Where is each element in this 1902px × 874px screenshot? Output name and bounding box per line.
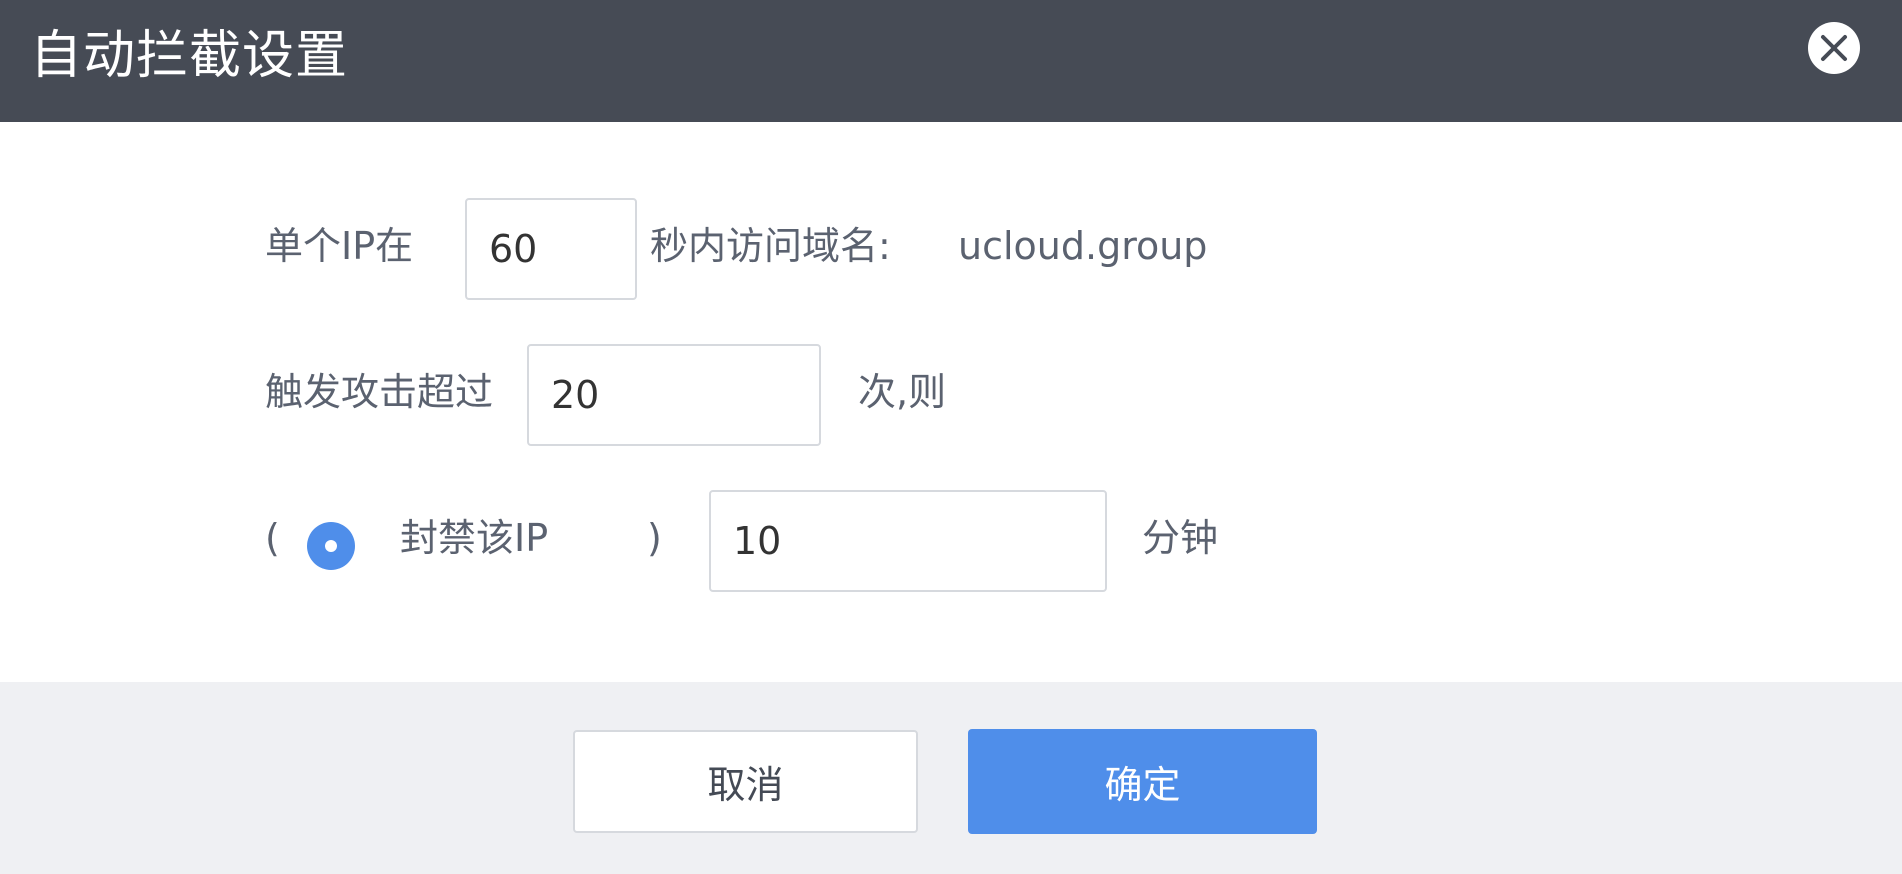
block-ip-radio-label[interactable]: 封禁该IP	[400, 514, 548, 562]
dialog-footer	[0, 682, 1902, 874]
row1-prefix-label: 单个IP在	[265, 224, 414, 268]
cancel-button[interactable]: 取消	[573, 730, 918, 833]
auto-block-settings-dialog: 自动拦截设置 单个IP在 秒内访问域名: ucloud.group 触发攻击超过…	[0, 0, 1902, 874]
row2-prefix-label: 触发攻击超过	[265, 370, 494, 414]
block-minutes-input[interactable]	[709, 490, 1107, 592]
radio-selected-dot	[325, 540, 337, 552]
row2-suffix-label: 次,则	[858, 370, 947, 414]
open-paren: (	[265, 516, 280, 560]
seconds-input[interactable]	[465, 198, 637, 300]
minutes-unit-label: 分钟	[1142, 516, 1219, 560]
domain-value: ucloud.group	[958, 224, 1208, 268]
confirm-button[interactable]: 确定	[968, 729, 1317, 834]
attack-count-input[interactable]	[527, 344, 821, 446]
dialog-title: 自动拦截设置	[30, 26, 349, 86]
close-paren: )	[647, 516, 662, 560]
block-ip-radio[interactable]	[307, 522, 355, 570]
close-button[interactable]	[1806, 20, 1862, 76]
row1-suffix-label: 秒内访问域名:	[650, 224, 891, 268]
dialog-body: 单个IP在 秒内访问域名: ucloud.group 触发攻击超过 次,则 ( …	[0, 122, 1902, 682]
dialog-header: 自动拦截设置	[0, 0, 1902, 122]
close-circle-icon	[1808, 22, 1860, 74]
